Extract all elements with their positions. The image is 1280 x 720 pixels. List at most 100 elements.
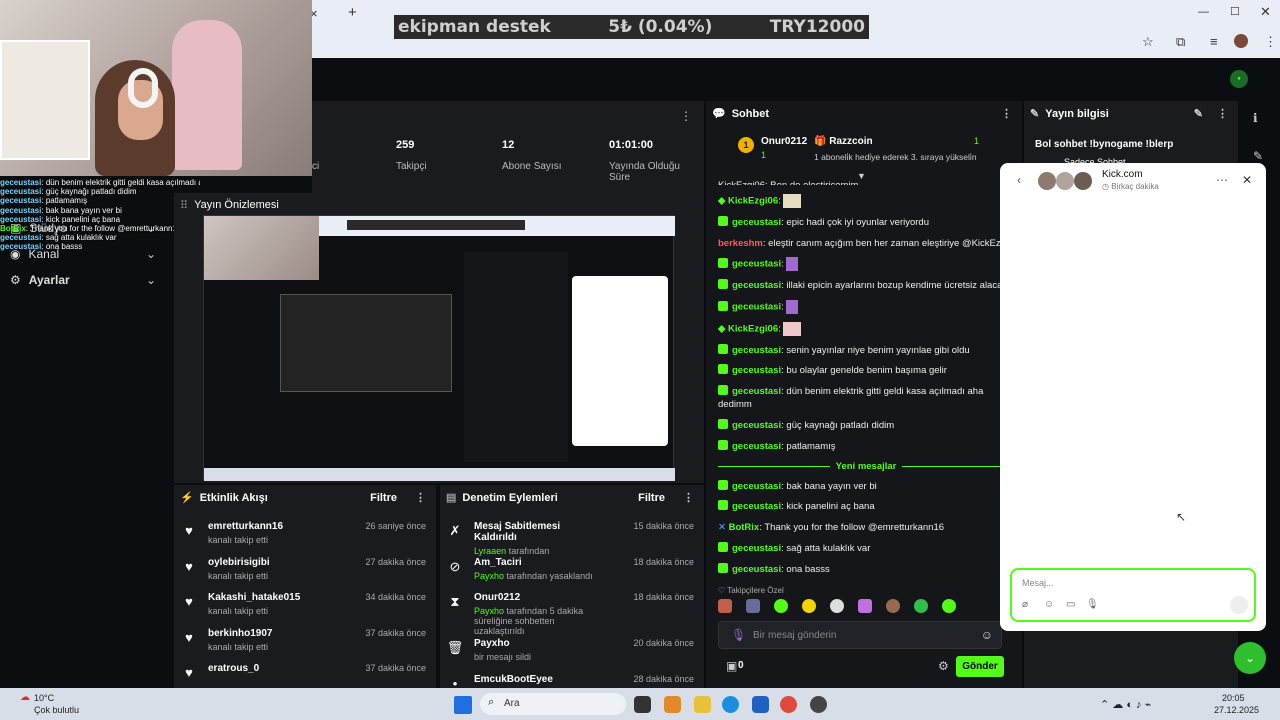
task-view-icon[interactable] xyxy=(634,696,651,713)
timeout-icon: ⧗ xyxy=(450,594,460,609)
chat-message: ✕ BotRix: Thank you for the follow @emre… xyxy=(718,522,945,534)
chat-message: ◆ KickEzgi06: xyxy=(718,194,1014,208)
stream-info-menu-icon[interactable]: ⋮ xyxy=(1217,108,1228,120)
avatar xyxy=(1038,172,1056,190)
activity-menu-icon[interactable]: ⋮ xyxy=(415,492,426,504)
file-explorer-icon[interactable] xyxy=(694,696,711,713)
chat-message: geceustasi: dün benim elektrik gitti gel… xyxy=(718,385,984,411)
kick-logo-icon[interactable]: ● xyxy=(1230,70,1248,88)
emoji-icon[interactable]: ☺ xyxy=(1044,599,1054,610)
chat-message: geceustasi: bak bana yayın ver bi xyxy=(718,479,1014,493)
tray-icons[interactable]: ⌃ ☁ ◐ ♪ ⌁ xyxy=(1100,698,1151,711)
clock-time: 20:05 xyxy=(1222,693,1245,703)
edit-icon[interactable]: ✎ xyxy=(1194,108,1203,120)
drag-icon[interactable]: ⠿ xyxy=(180,199,188,212)
stream-preview[interactable] xyxy=(203,215,675,481)
chat-menu-icon[interactable]: ⋮ xyxy=(1001,107,1012,120)
overlay-chat-line: geceustasi: patlamamış xyxy=(0,196,88,206)
chat-panel: 💬 Sohbet ⋮ 1 Onur0212 1 🎁 Razzcoin 1 1 ab… xyxy=(706,101,1022,688)
chat-message: geceustasi: xyxy=(718,299,1014,314)
chat-message: geceustasi: güç kaynağı patladı didim xyxy=(718,418,1014,432)
pinned-user: Onur0212 xyxy=(761,136,808,147)
moderation-item: 🗑 Payxho bir mesajı sildi 20 dakika önce xyxy=(446,638,694,662)
moderation-item: ⊘ Am_Taciri Payxho tarafından yasaklandı … xyxy=(446,557,694,593)
moderation-filter-button[interactable]: Filtre xyxy=(638,492,665,504)
send-button[interactable]: Gönder xyxy=(956,656,1004,677)
close-icon[interactable]: ✕ xyxy=(1242,173,1252,187)
chat-input[interactable]: 🎙 Bir mesaj gönderin ☺ xyxy=(718,621,1002,649)
moderation-item: • EmcukBootEyee 28 dakika önce xyxy=(446,674,694,689)
stat-value: 01:01:00 xyxy=(609,139,654,151)
overlay-chat-line: geceustasi: kick panelini aç bana xyxy=(0,214,121,224)
preview-chat xyxy=(464,252,568,462)
trash-icon: 🗑 xyxy=(446,640,464,655)
gif-icon[interactable]: ▭ xyxy=(1066,599,1075,610)
back-chevron-icon[interactable]: ‹ xyxy=(1017,173,1021,187)
mic-icon[interactable]: 🎙 xyxy=(731,628,746,642)
extensions-icon[interactable]: ⧉ xyxy=(1176,34,1185,50)
overlay-chat-line: BotRix: Thank you for the follow @emrett… xyxy=(0,224,182,234)
stat-label: Takipçi xyxy=(396,161,427,172)
windows-start-icon[interactable] xyxy=(454,696,472,714)
profile-avatar[interactable] xyxy=(1234,34,1248,48)
overlay-chat-line: geceustasi: dün benim elektrik gitti gel… xyxy=(0,178,200,187)
stat-label-partial: ci xyxy=(312,161,320,172)
chat-message: ◆ KickEzgi06: xyxy=(718,321,1014,336)
chat-message-cut: KickEzgi06: Ben de eleştiricemim xyxy=(718,179,1014,185)
heart-icon: ♥ xyxy=(185,594,193,609)
weather-temp: 10°C xyxy=(34,693,55,703)
activity-panel: ⚡ Etkinlik Akışı Filtre ⋮ ♥ emretturkann16… xyxy=(174,485,436,688)
overlay-chat: geceustasi: dün benim elektrik gitti gel… xyxy=(0,178,200,278)
preview-webcam xyxy=(204,216,319,280)
more-icon[interactable]: ⋯ xyxy=(1216,173,1228,187)
copilot-icon[interactable] xyxy=(664,696,681,713)
pinned-gift-text: 1 aboneli̇k hedi̇ye ederek 3. sıraya yük… xyxy=(814,152,977,162)
playlist-icon[interactable]: ≡ xyxy=(1210,34,1218,49)
overlay-chat-line: geceustasi: sağ atta kulaklık var xyxy=(0,233,117,243)
popup-message-input[interactable]: Mesaj... ⌀ ☺ ▭ 🎙 xyxy=(1010,568,1256,622)
stream-info-title: Yayın bilgisi xyxy=(1045,107,1109,120)
store-icon[interactable] xyxy=(752,696,769,713)
pencil-icon[interactable]: ✎ xyxy=(1253,149,1263,163)
bookmark-star-icon[interactable]: ☆ xyxy=(1142,34,1154,50)
mic-icon[interactable]: 🎙 xyxy=(1086,599,1099,610)
popup-status: ◷ Birkaç dakika xyxy=(1102,182,1159,191)
attach-icon[interactable]: ⌀ xyxy=(1022,599,1028,610)
activity-item: ♥ eratrous_0 37 dakika önce xyxy=(180,663,426,683)
info-icon[interactable]: ℹ xyxy=(1253,111,1258,125)
window-close-icon[interactable]: ✕ xyxy=(1260,4,1271,20)
new-tab-icon[interactable]: + xyxy=(348,4,357,21)
emoji-icon[interactable]: ☺ xyxy=(981,628,993,642)
obs-icon[interactable] xyxy=(810,696,827,713)
heart-icon: ♡ xyxy=(718,586,728,595)
maximize-icon[interactable]: ☐ xyxy=(1230,5,1240,18)
chat-message: geceustasi: xyxy=(718,257,1014,272)
moderation-menu-icon[interactable]: ⋮ xyxy=(683,492,694,504)
menu-icon[interactable]: ⋮ xyxy=(1264,34,1277,50)
activity-item: ♥ emretturkann16 kanalı takip etti 26 san… xyxy=(180,521,426,557)
chevron-down-fab[interactable]: ⌄ xyxy=(1234,642,1266,674)
chrome-icon[interactable] xyxy=(780,696,797,713)
stats-menu-icon[interactable]: ⋮ xyxy=(680,109,692,123)
preview-title: Yayın Önizlemesi xyxy=(194,199,279,211)
edge-icon[interactable] xyxy=(722,696,739,713)
chat-title: Sohbet xyxy=(731,107,769,120)
chat-message: geceustasi: bu olaylar genelde benim baş… xyxy=(718,364,1014,377)
activity-item: ♥ berkinho1907 kanalı takip etti 37 dakik… xyxy=(180,628,426,664)
send-arrow-icon[interactable] xyxy=(1230,596,1248,614)
emote-bar[interactable] xyxy=(718,599,1014,615)
activity-item: ♥ Kakashi_hatake015 kanalı takip etti 34 … xyxy=(180,592,426,628)
activity-filter-button[interactable]: Filtre xyxy=(370,492,397,504)
bolt-icon: ⚡ xyxy=(180,491,194,504)
stat-label: Yayında Olduğu Süre xyxy=(609,161,680,183)
emote-bar-label: ♡ Takipçilere Özel xyxy=(718,586,784,595)
points-count: 0 xyxy=(738,660,744,671)
settings-gear-icon[interactable]: ⚙ xyxy=(938,659,949,673)
preview-taskbar xyxy=(204,468,675,481)
preview-header: ⠿ Yayın Önizlemesi xyxy=(174,193,704,217)
moderation-title: Denetim Eylemleri xyxy=(462,491,558,504)
taskbar-search[interactable]: ⌕ Ara xyxy=(480,693,626,715)
chat-bubble-icon: 💬 xyxy=(712,107,726,120)
mouse-cursor-icon: ↖ xyxy=(1176,510,1187,524)
minimize-icon[interactable]: — xyxy=(1198,6,1209,18)
